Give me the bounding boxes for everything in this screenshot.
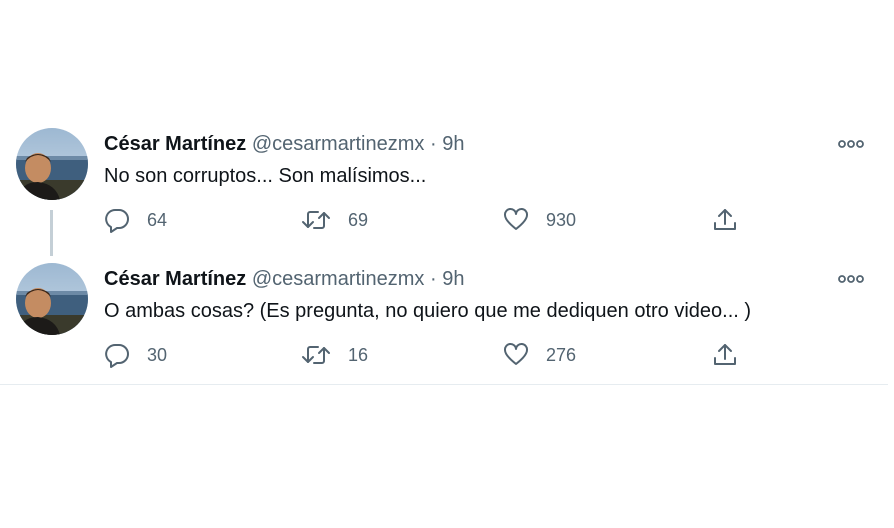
more-options-button[interactable] [838, 269, 866, 289]
share-upload-icon [714, 344, 736, 365]
more-dots-icon [838, 275, 864, 283]
share-button[interactable] [712, 204, 738, 236]
timestamp[interactable]: 9h [442, 133, 464, 155]
separator-dot: · [429, 268, 437, 290]
retweet-count: 69 [348, 209, 369, 230]
tweet-actions: 64 69 930 [104, 204, 764, 236]
author-handle[interactable]: @cesarmartinezmx [252, 268, 425, 290]
author-name[interactable]: César Martínez [104, 133, 246, 155]
avatar[interactable] [16, 128, 88, 200]
tweet-thread: César Martínez @cesarmartinezmx · 9h No … [0, 0, 894, 528]
like-button[interactable]: 930 [503, 204, 576, 236]
retweet-count: 16 [348, 344, 369, 365]
tweet-text: No son corruptos... Son malísimos... [104, 165, 427, 187]
reply-button[interactable]: 64 [104, 204, 167, 236]
separator-dot: · [429, 133, 437, 155]
heart-icon [504, 343, 528, 365]
tweet[interactable]: César Martínez @cesarmartinezmx · 9h No … [0, 128, 888, 248]
author-name[interactable]: César Martínez [104, 268, 246, 290]
tweet[interactable]: César Martínez @cesarmartinezmx · 9h O a… [0, 263, 888, 383]
retweet-button[interactable]: 16 [301, 339, 368, 371]
tweet-header: César Martínez @cesarmartinezmx · 9h [104, 266, 464, 292]
like-button[interactable]: 276 [503, 339, 576, 371]
divider [0, 384, 888, 385]
tweet-header: César Martínez @cesarmartinezmx · 9h [104, 131, 464, 157]
tweet-text: O ambas cosas? (Es pregunta, no quiero q… [104, 300, 752, 322]
reply-count: 30 [147, 344, 168, 365]
timestamp[interactable]: 9h [442, 268, 464, 290]
retweet-button[interactable]: 69 [301, 204, 368, 236]
tweet-actions: 30 16 276 [104, 339, 764, 371]
speech-bubble-icon [105, 344, 129, 368]
retweet-arrows-icon [302, 211, 330, 229]
avatar[interactable] [16, 263, 88, 335]
retweet-arrows-icon [302, 346, 330, 364]
share-button[interactable] [712, 339, 738, 371]
reply-button[interactable]: 30 [104, 339, 167, 371]
more-options-button[interactable] [838, 134, 866, 154]
speech-bubble-icon [105, 209, 129, 233]
heart-icon [504, 208, 528, 230]
more-dots-icon [838, 140, 864, 148]
share-upload-icon [714, 209, 736, 230]
like-count: 930 [546, 209, 577, 230]
reply-count: 64 [147, 209, 168, 230]
like-count: 276 [546, 344, 577, 365]
author-handle[interactable]: @cesarmartinezmx [252, 133, 425, 155]
